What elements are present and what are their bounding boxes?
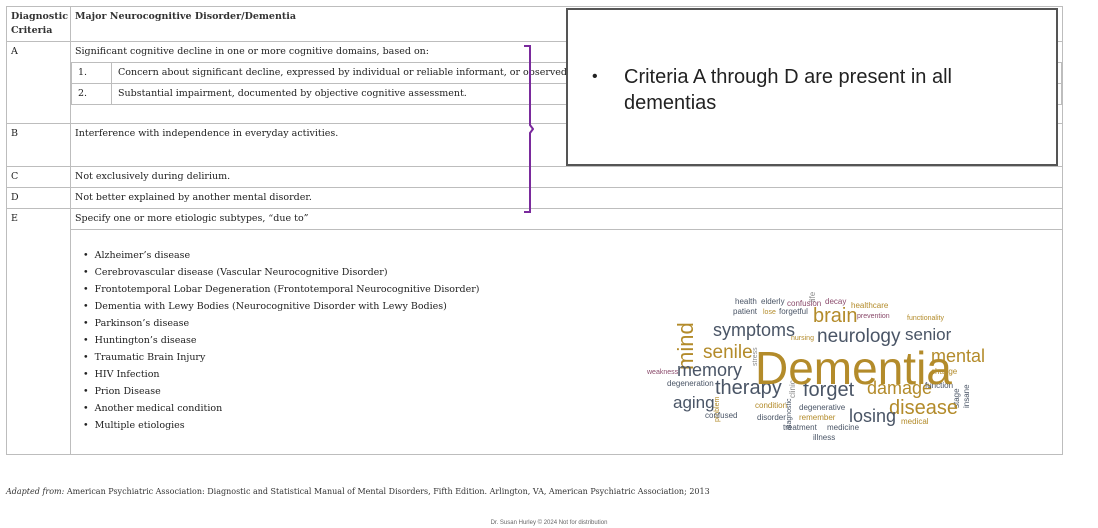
source-prefix: Adapted from: [6, 487, 65, 496]
row-c: C Not exclusively during delirium. [6, 166, 1063, 188]
wc-word: remember [799, 413, 836, 422]
dementia-word-cloud: life decay health elderly confusion heal… [646, 291, 985, 442]
etiology-item: Cerebrovascular disease (Vascular Neuroc… [83, 264, 1058, 281]
wc-word: medicine [827, 423, 860, 432]
wc-word: functionality [907, 315, 944, 322]
wc-word: prevention [857, 313, 890, 320]
callout-bullet: • [592, 68, 598, 85]
source-citation: Adapted from: American Psychiatric Assoc… [6, 487, 710, 496]
wc-word: condition [755, 401, 787, 410]
row-a-key: A [6, 41, 71, 124]
wc-word: insane [962, 384, 971, 408]
wc-word: forgetful [779, 307, 808, 316]
row-e-text: Specify one or more etiologic subtypes, … [70, 208, 1063, 230]
etiology-item: Alzheimer’s disease [83, 247, 1058, 264]
wc-word: degeneration [667, 379, 714, 388]
callout-box: • Criteria A through D are present in al… [566, 8, 1058, 166]
wc-word: elderly [761, 297, 785, 306]
wc-word: disease [889, 397, 958, 419]
callout-text: Criteria A through D are present in all … [624, 66, 952, 114]
row-e: E Specify one or more etiologic subtypes… [6, 208, 1063, 455]
purple-bracket [524, 45, 534, 213]
row-c-text: Not exclusively during delirium. [70, 166, 1063, 188]
wc-word: disorder [757, 413, 786, 422]
row-e-key: E [6, 208, 71, 455]
wc-word: health [735, 297, 757, 306]
sub-row-1-num: 1. [71, 62, 112, 84]
row-c-key: C [6, 166, 71, 188]
wc-word: treatment [783, 423, 818, 432]
wc-word: nursing [791, 335, 814, 342]
wc-word: degenerative [799, 403, 846, 412]
wc-main-word: Dementia [755, 342, 952, 394]
wc-word: lose [763, 309, 776, 316]
row-d: D Not better explained by another mental… [6, 187, 1063, 209]
wc-word: medical [901, 417, 929, 426]
wc-word: brain [813, 305, 857, 327]
footer-text: Dr. Susan Hurley © 2024 Not for distribu… [490, 520, 608, 526]
row-d-text: Not better explained by another mental d… [70, 187, 1063, 209]
wc-word: symptoms [713, 320, 795, 340]
wc-word: patient [733, 307, 758, 316]
wc-word: weakness [646, 369, 679, 376]
source-text: American Psychiatric Association: Diagno… [66, 487, 710, 496]
sub-row-2-num: 2. [71, 83, 112, 105]
row-d-key: D [6, 187, 71, 209]
wc-word: aging [673, 393, 715, 412]
wc-word: confused [705, 411, 737, 420]
row-b-key: B [6, 123, 71, 167]
header-criteria: Diagnostic Criteria [6, 6, 71, 42]
wc-word: illness [813, 433, 835, 442]
